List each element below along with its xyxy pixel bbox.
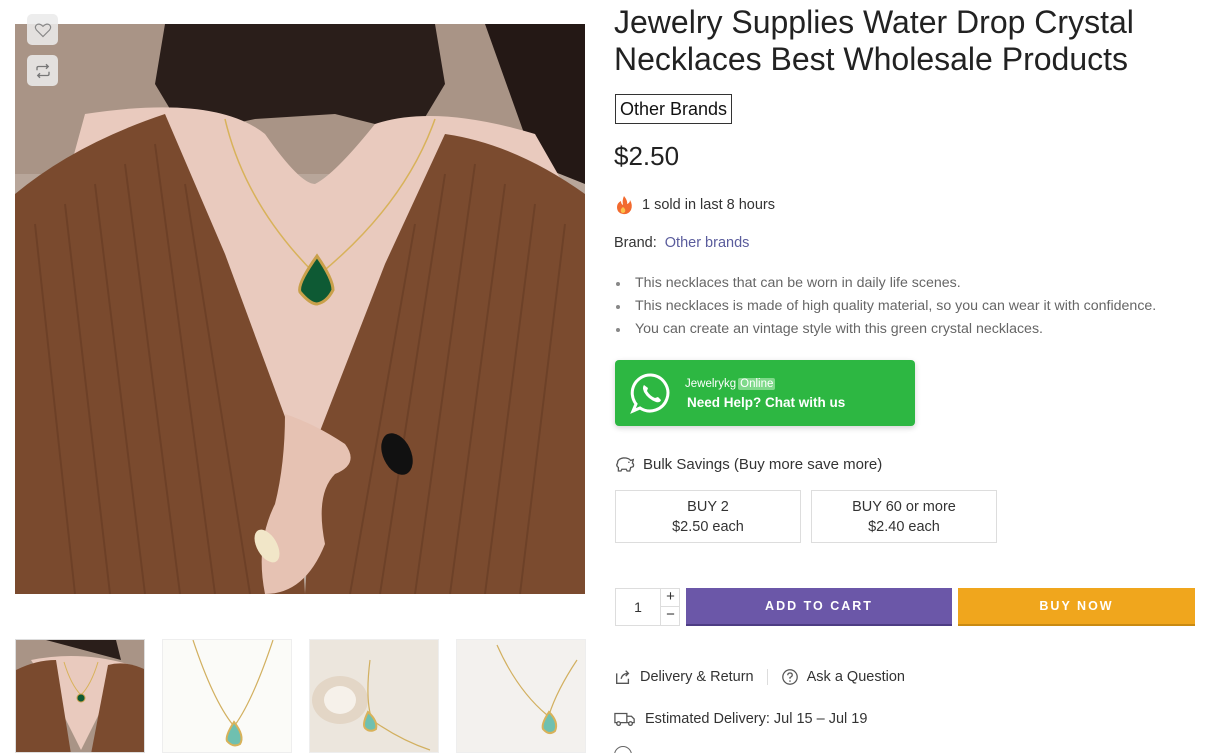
heart-icon (34, 23, 51, 37)
sold-counter: 1 sold in last 8 hours (615, 195, 775, 215)
feature-item: This necklaces that can be worn in daily… (614, 272, 1156, 295)
tier-qty: BUY 60 or more (852, 499, 956, 515)
quantity-plus-button[interactable]: + (660, 589, 680, 607)
thumbnail-4[interactable] (456, 639, 586, 753)
quantity-minus-button[interactable]: − (660, 607, 680, 625)
compare-button[interactable] (27, 55, 58, 86)
quantity-stepper[interactable]: 1 + − (615, 588, 680, 626)
tier-price: $2.40 each (868, 519, 940, 535)
product-price: $2.50 (614, 141, 680, 171)
feature-list: This necklaces that can be worn in daily… (614, 272, 1156, 341)
compare-arrows-icon (35, 63, 50, 78)
wishlist-button[interactable] (27, 14, 58, 45)
piggy-bank-icon (616, 457, 635, 472)
thumbnail-1[interactable] (15, 639, 145, 753)
feature-item: You can create an vintage style with thi… (614, 318, 1156, 341)
extra-links: Delivery & Return Ask a Question (614, 668, 905, 686)
divider (766, 669, 768, 685)
delivery-return-text: Delivery & Return (640, 669, 754, 685)
buy-now-button[interactable]: BUY NOW (958, 588, 1195, 626)
tier-qty: BUY 2 (687, 499, 729, 515)
ask-question-link[interactable]: Ask a Question (781, 668, 905, 686)
quantity-input[interactable]: 1 (616, 589, 660, 625)
product-main-image[interactable] (15, 24, 585, 594)
estimated-delivery-text: Estimated Delivery: Jul 15 – Jul 19 (645, 711, 868, 727)
clock-icon (614, 746, 632, 753)
add-to-cart-button[interactable]: ADD TO CART (686, 588, 952, 626)
bulk-tier-1[interactable]: BUY 2 $2.50 each (615, 490, 801, 543)
brand-label: Brand: (614, 235, 657, 251)
chat-cta: Need Help? Chat with us (687, 394, 846, 410)
whatsapp-chat-button[interactable]: Jewelrykg Online Need Help? Chat with us (615, 360, 915, 426)
bulk-savings-text: Bulk Savings (Buy more save more) (643, 455, 883, 473)
product-title: Jewelry Supplies Water Drop Crystal Neck… (614, 4, 1134, 77)
agent-name-text: Jewelrykg (685, 377, 737, 390)
whatsapp-icon (630, 372, 672, 414)
fire-icon (617, 196, 632, 215)
delivery-return-link[interactable]: Delivery & Return (614, 668, 754, 686)
brand-badge[interactable]: Other Brands (615, 94, 733, 124)
thumbnail-3[interactable] (309, 639, 439, 753)
truck-icon (614, 712, 635, 727)
tier-price: $2.50 each (672, 519, 744, 535)
bulk-tier-2[interactable]: BUY 60 or more $2.40 each (811, 490, 997, 543)
sold-text: 1 sold in last 8 hours (642, 197, 775, 213)
whatsapp-text: Jewelrykg Online Need Help? Chat with us (685, 377, 845, 410)
share-box-icon (616, 670, 630, 684)
online-badge: Online (738, 377, 776, 390)
agent-name: Jewelrykg Online (685, 377, 845, 391)
thumbnail-2[interactable] (162, 639, 292, 753)
brand-link[interactable]: Other brands (665, 235, 750, 251)
estimated-delivery: Estimated Delivery: Jul 15 – Jul 19 (614, 711, 867, 727)
bulk-savings-heading: Bulk Savings (Buy more save more) (614, 455, 882, 473)
question-circle-icon (781, 669, 798, 685)
feature-item: This necklaces is made of high quality m… (614, 295, 1156, 318)
brand-line: Brand: Other brands (614, 235, 749, 251)
ask-question-text: Ask a Question (806, 669, 905, 685)
